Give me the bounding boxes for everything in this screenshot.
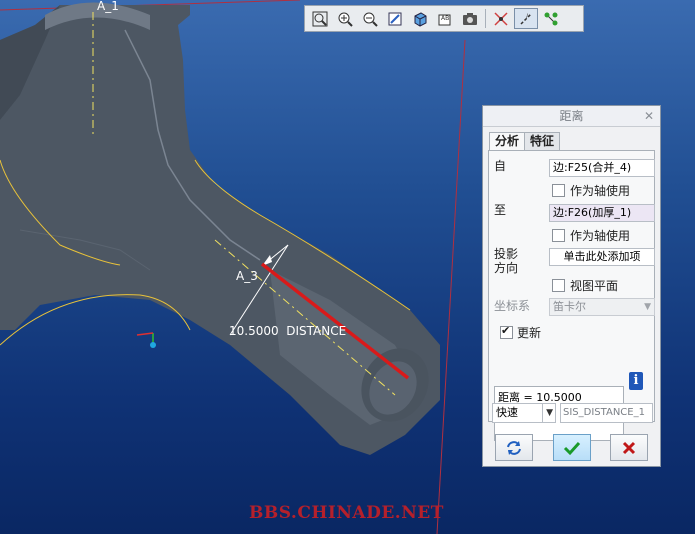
csys-label: 坐标系 [494,299,531,313]
checkmark-icon [563,441,581,455]
analysis-mode-value: 快速 [496,406,518,419]
zoom-out-icon[interactable] [358,8,382,29]
toolbar-separator [485,9,486,28]
update-label: 更新 [517,326,542,340]
zoom-fit-icon[interactable] [308,8,332,29]
feature-name-field[interactable]: SIS_DISTANCE_1 [560,403,653,423]
coordinate-triad-icon [136,332,156,348]
view-plane-checkbox[interactable] [552,279,565,292]
projection-direction-field[interactable]: 单击此处添加项 [549,248,655,266]
saved-views-icon[interactable]: AB [433,8,457,29]
from-axis-checkbox[interactable] [552,184,565,197]
tab-feature[interactable]: 特征 [524,132,561,150]
to-axis-label: 作为轴使用 [570,229,631,243]
zoom-in-icon[interactable] [333,8,357,29]
datum-planes-icon[interactable] [489,8,513,29]
csys-select[interactable]: 笛卡尔 ▼ [549,298,655,316]
chevron-down-icon: ▼ [644,302,651,312]
refresh-icon [507,440,521,455]
csys-value: 笛卡尔 [553,300,586,313]
chevron-down-icon: ▼ [542,404,553,422]
view-plane-label: 视图平面 [570,279,619,293]
view-manager-icon[interactable] [458,8,482,29]
axis-a3-label: A_3 [236,269,258,283]
pipe-tee-model[interactable] [0,2,442,456]
view-toolbar: AB / [304,5,584,32]
to-label: 至 [494,203,507,217]
cancel-button[interactable] [610,434,648,461]
dimension-label[interactable]: 10.5000 DISTANCE [229,324,346,338]
datum-plane-edge-right [436,39,466,534]
repeat-analysis-button[interactable] [495,434,533,461]
dialog-title: 距离 [559,109,584,123]
from-label: 自 [494,159,507,173]
datum-points-icon[interactable] [539,8,563,29]
close-icon [622,441,636,454]
repaint-icon[interactable] [383,8,407,29]
info-icon[interactable]: i [629,372,643,390]
projection-label-line2: 方向 [494,261,519,275]
datum-axes-icon[interactable]: / [514,8,538,29]
watermark-text: BBS.CHINADE.NET [249,503,444,523]
from-axis-label: 作为轴使用 [570,184,631,198]
distance-dialog: 距离 ✕ 分析 特征 自 边:F25(合并_4) 作为轴使用 至 边:F26(加… [482,105,661,467]
ok-button[interactable] [553,434,591,461]
from-reference-field[interactable]: 边:F25(合并_4) [549,159,655,177]
shaded-view-icon[interactable] [408,8,432,29]
to-reference-field[interactable]: 边:F26(加厚_1) [549,204,655,222]
tab-analysis[interactable]: 分析 [489,132,526,151]
axis-a1-label: A_1 [97,0,119,13]
tab-strip: 分析 特征 [489,132,561,151]
update-checkbox[interactable] [500,324,513,339]
analysis-mode-select[interactable]: 快速 ▼ [492,403,556,423]
close-icon[interactable]: ✕ [644,106,654,126]
svg-text:AB: AB [441,15,449,22]
dialog-title-bar[interactable]: 距离 ✕ [483,106,660,127]
to-axis-checkbox[interactable] [552,229,565,242]
